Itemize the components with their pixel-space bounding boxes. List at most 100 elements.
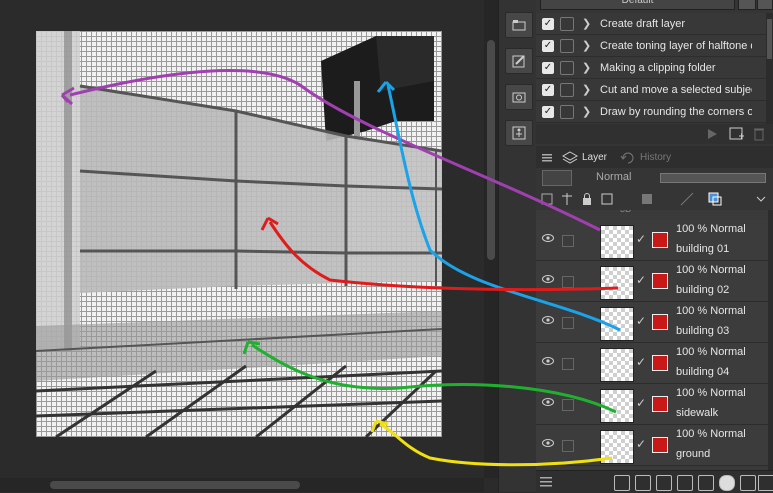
lock-icon[interactable] bbox=[580, 192, 594, 206]
lock-checkbox[interactable] bbox=[562, 399, 574, 411]
action-item[interactable]: ✓ ❯ Making a clipping folder bbox=[536, 57, 766, 79]
layer-color-dropdown[interactable] bbox=[542, 170, 572, 186]
actions-scrollbar[interactable] bbox=[766, 13, 773, 127]
check-icon[interactable]: ✓ bbox=[542, 105, 554, 118]
check-icon: ✓ bbox=[636, 355, 647, 369]
ruler-icon[interactable] bbox=[680, 192, 694, 206]
mask-enable-icon[interactable] bbox=[640, 192, 654, 206]
folder-icon[interactable] bbox=[505, 12, 533, 38]
horizontal-scrollbar[interactable] bbox=[0, 478, 484, 492]
action-set-dropdown[interactable]: Default bbox=[540, 0, 735, 10]
opacity-slider[interactable] bbox=[660, 173, 766, 183]
chevron-right-icon[interactable]: ❯ bbox=[582, 17, 594, 30]
mask-disabled-icon[interactable] bbox=[652, 273, 668, 289]
mask-disabled-icon[interactable] bbox=[652, 355, 668, 371]
tab-history[interactable]: History bbox=[620, 149, 671, 167]
figure-icon[interactable] bbox=[505, 120, 533, 146]
merge-layer-icon[interactable] bbox=[698, 475, 714, 491]
duplicate-icon[interactable] bbox=[740, 475, 756, 491]
play-icon[interactable] bbox=[706, 128, 718, 140]
lock-checkbox[interactable] bbox=[562, 358, 574, 370]
chevron-right-icon[interactable]: ❯ bbox=[582, 105, 594, 118]
menu-icon[interactable] bbox=[540, 477, 552, 487]
eye-icon[interactable] bbox=[542, 439, 554, 447]
dialog-toggle[interactable] bbox=[560, 104, 574, 119]
dialog-toggle[interactable] bbox=[560, 60, 574, 75]
eye-icon[interactable] bbox=[542, 357, 554, 365]
layer-blend-controls: Normal bbox=[536, 168, 773, 188]
layer-thumbnail bbox=[600, 430, 634, 464]
lock-checkbox[interactable] bbox=[562, 235, 574, 247]
lock-transparent-icon[interactable] bbox=[600, 192, 614, 206]
new-folder-icon[interactable] bbox=[656, 475, 672, 491]
check-icon[interactable]: ✓ bbox=[542, 39, 554, 52]
mask-disabled-icon[interactable] bbox=[652, 396, 668, 412]
layer-opacity-mode: 100 % Normal bbox=[676, 387, 746, 399]
layer-row[interactable]: ✓ 100 % Normal building 02 bbox=[536, 261, 768, 302]
action-item[interactable]: ✓ ❯ Create toning layer of halftone d bbox=[536, 35, 766, 57]
preset-menu-button[interactable] bbox=[738, 0, 756, 10]
check-icon: ✓ bbox=[636, 232, 647, 246]
horizontal-scroll-thumb[interactable] bbox=[50, 481, 300, 489]
layer-row[interactable]: ✓ 100 % Normal ground bbox=[536, 425, 768, 466]
layer-opacity-mode: 100 % Normal bbox=[676, 223, 746, 235]
layer-list-scrollbar[interactable] bbox=[768, 210, 773, 470]
preset-extra-button[interactable] bbox=[757, 0, 773, 10]
drawing-canvas[interactable] bbox=[36, 31, 442, 437]
eye-icon[interactable] bbox=[542, 398, 554, 406]
partial-layer-label: 3D bbox=[620, 210, 632, 214]
eye-icon[interactable] bbox=[542, 234, 554, 242]
blend-mode-dropdown[interactable]: Normal bbox=[584, 170, 660, 184]
layer-row[interactable]: ✓ 100 % Normal building 03 bbox=[536, 302, 768, 343]
clip-icon[interactable] bbox=[540, 192, 554, 206]
mask-disabled-icon[interactable] bbox=[652, 314, 668, 330]
menu-icon[interactable] bbox=[542, 154, 552, 162]
action-item[interactable]: ✓ ❯ Cut and move a selected subjec bbox=[536, 79, 766, 101]
tab-layer[interactable]: Layer bbox=[562, 149, 607, 167]
copy-layer-icon[interactable] bbox=[677, 475, 693, 491]
tab-layer-label: Layer bbox=[582, 152, 608, 163]
dialog-toggle[interactable] bbox=[560, 82, 574, 97]
camera-icon[interactable] bbox=[505, 84, 533, 110]
layers-icon bbox=[562, 151, 578, 164]
chevron-down-icon[interactable] bbox=[754, 192, 768, 206]
canvas-area[interactable] bbox=[0, 0, 484, 492]
lock-checkbox[interactable] bbox=[562, 440, 574, 452]
layer-opacity-mode: 100 % Normal bbox=[676, 346, 746, 358]
layer-name: sidewalk bbox=[676, 407, 719, 419]
new-action-icon[interactable] bbox=[729, 127, 745, 141]
layer-row[interactable]: ✓ 100 % Normal building 04 bbox=[536, 343, 768, 384]
action-item[interactable]: ✓ ❯ Create draft layer bbox=[536, 13, 766, 35]
edit-icon[interactable] bbox=[505, 48, 533, 74]
lock-checkbox[interactable] bbox=[562, 276, 574, 288]
layer-row[interactable]: ✓ 100 % Normal sidewalk bbox=[536, 384, 768, 425]
layer-row[interactable]: ✓ 100 % Normal building 01 bbox=[536, 220, 768, 261]
mask-disabled-icon[interactable] bbox=[652, 232, 668, 248]
dialog-toggle[interactable] bbox=[560, 38, 574, 53]
chevron-right-icon[interactable]: ❯ bbox=[582, 39, 594, 52]
actions-toolbar bbox=[536, 124, 773, 144]
new-vector-layer-icon[interactable] bbox=[635, 475, 651, 491]
mask-icon[interactable] bbox=[719, 475, 735, 491]
check-icon[interactable]: ✓ bbox=[542, 83, 554, 96]
lock-checkbox[interactable] bbox=[562, 317, 574, 329]
new-raster-layer-icon[interactable] bbox=[614, 475, 630, 491]
vertical-scrollbar[interactable] bbox=[484, 0, 498, 478]
eye-icon[interactable] bbox=[542, 316, 554, 324]
eye-icon[interactable] bbox=[542, 275, 554, 283]
chevron-right-icon[interactable]: ❯ bbox=[582, 61, 594, 74]
check-icon[interactable]: ✓ bbox=[542, 61, 554, 74]
mask-disabled-icon[interactable] bbox=[652, 437, 668, 453]
right-panel: Default ✓ ❯ Create draft layer ✓ ❯ Creat… bbox=[536, 0, 773, 493]
trash-icon[interactable] bbox=[753, 127, 765, 141]
reference-icon[interactable] bbox=[560, 192, 574, 206]
chevron-right-icon[interactable]: ❯ bbox=[582, 83, 594, 96]
color-icon[interactable] bbox=[708, 192, 722, 206]
trash-icon[interactable] bbox=[758, 475, 773, 491]
action-item[interactable]: ✓ ❯ Draw by rounding the corners of bbox=[536, 101, 766, 123]
dialog-toggle[interactable] bbox=[560, 16, 574, 31]
layer-thumbnail bbox=[600, 225, 634, 259]
vertical-scroll-thumb[interactable] bbox=[487, 40, 495, 260]
check-icon[interactable]: ✓ bbox=[542, 17, 554, 30]
actions-scroll-thumb[interactable] bbox=[767, 19, 772, 59]
